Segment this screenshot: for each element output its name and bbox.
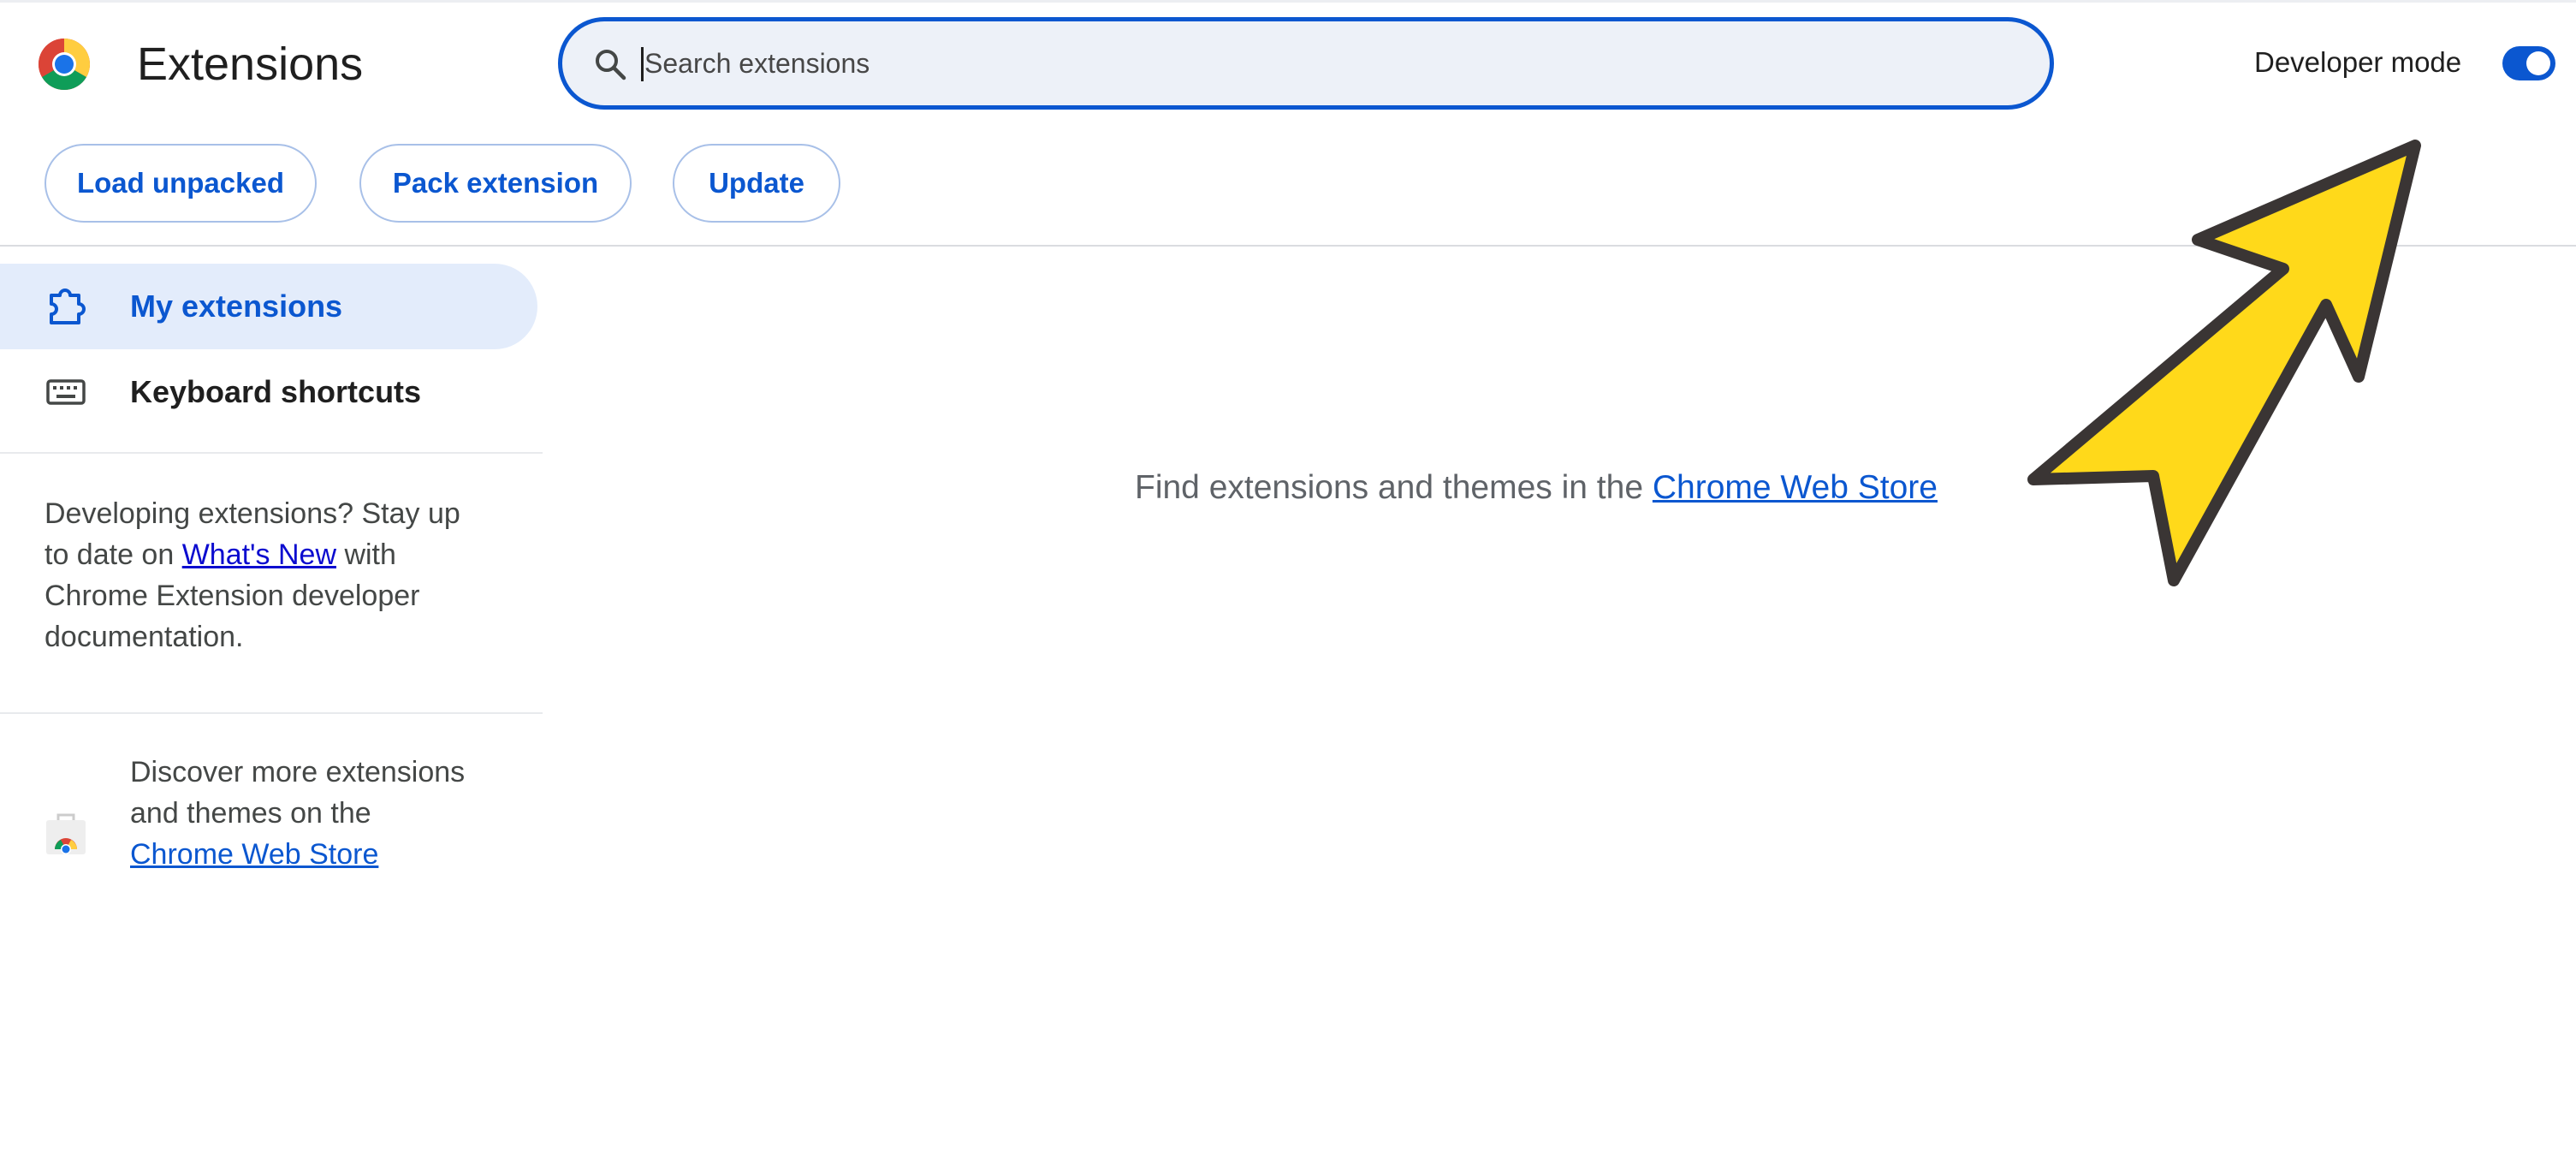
keyboard-icon: [46, 379, 86, 405]
sidebar-item-label: Keyboard shortcuts: [130, 374, 422, 409]
sidebar-item-my-extensions[interactable]: My extensions: [0, 264, 537, 349]
header: Extensions Developer mode: [0, 0, 2576, 128]
sidebar-item-keyboard-shortcuts[interactable]: Keyboard shortcuts: [0, 349, 537, 435]
chrome-web-store-sidebar-link[interactable]: Chrome Web Store: [130, 838, 378, 871]
pack-extension-button[interactable]: Pack extension: [359, 144, 632, 223]
chrome-web-store-icon: [46, 813, 86, 854]
developer-info-text: Developing extensions? Stay up to date o…: [45, 493, 490, 657]
empty-state-text: Find extensions and themes in the Chrome…: [1135, 469, 1938, 507]
chrome-web-store-link[interactable]: Chrome Web Store: [1653, 469, 1938, 506]
developer-mode-label: Developer mode: [2254, 46, 2462, 78]
search-icon: [596, 50, 626, 80]
update-button[interactable]: Update: [673, 144, 840, 223]
whats-new-link[interactable]: What's New: [182, 538, 336, 571]
sidebar-item-label: My extensions: [130, 288, 343, 324]
arrow-pointer-icon: [2027, 140, 2421, 586]
load-unpacked-button[interactable]: Load unpacked: [45, 144, 317, 223]
search-input[interactable]: [643, 37, 2012, 90]
sidebar-divider: [0, 712, 543, 714]
chrome-logo-icon: [38, 38, 91, 91]
page-title: Extensions: [137, 39, 364, 90]
discover-more-text: Discover more extensions and themes on t…: [130, 752, 472, 875]
toggle-knob: [2526, 51, 2550, 75]
puzzle-icon: [50, 288, 86, 324]
search-bar[interactable]: [558, 17, 2054, 110]
empty-state-prefix: Find extensions and themes in the: [1135, 469, 1653, 506]
discover-text-before: Discover more extensions and themes on t…: [130, 756, 466, 830]
developer-mode-toggle[interactable]: [2502, 46, 2555, 80]
sidebar-divider: [0, 452, 543, 454]
